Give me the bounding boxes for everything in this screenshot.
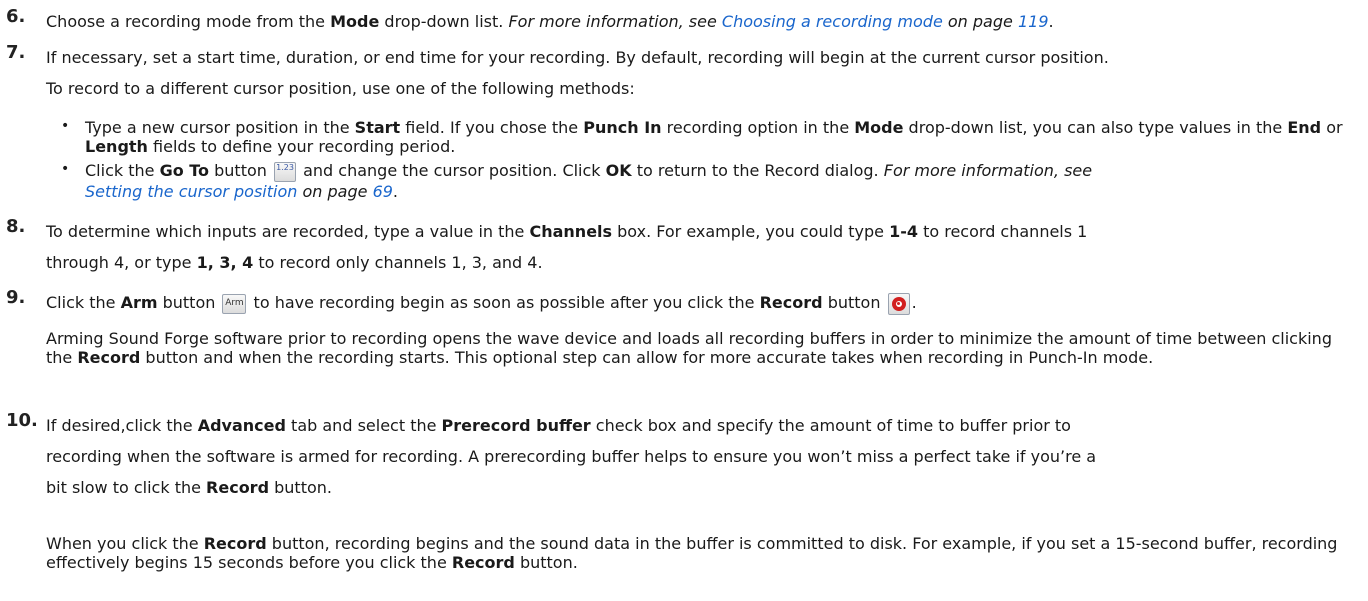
text: To record to a different cursor position…	[46, 79, 635, 98]
line: bit slow to click the Record button.	[46, 472, 1356, 503]
bullet-icon: •	[61, 118, 70, 134]
step-number: 8.	[6, 216, 26, 237]
text: button	[822, 293, 886, 312]
text: or	[1321, 118, 1343, 137]
bold-term: Length	[85, 137, 148, 156]
text: Type a new cursor position in the	[85, 118, 355, 137]
text: button.	[269, 478, 332, 497]
text: box. For example, you could type	[612, 222, 890, 241]
bold-term: Punch In	[583, 118, 662, 137]
line: through 4, or type 1, 3, 4 to record onl…	[46, 247, 1356, 278]
link-setting-cursor-position[interactable]: Setting the cursor position	[85, 182, 297, 201]
link-page-69[interactable]: 69	[373, 182, 393, 201]
text: Click the	[85, 161, 160, 180]
text: To determine which inputs are recorded, …	[46, 222, 530, 241]
bold-term: Channels	[529, 222, 613, 241]
step-text: Click the Arm button Arm to have recordi…	[46, 287, 1356, 318]
bold-term: 1, 3, 4	[196, 253, 254, 272]
bold-term: Go To	[159, 161, 210, 180]
go-to-icon: 1.23	[274, 161, 296, 182]
step-text: To determine which inputs are recorded, …	[46, 216, 1356, 278]
italic-text: on page	[942, 12, 1018, 31]
bullet-text: Click the Go To button 1.23 and change t…	[85, 161, 1351, 201]
text: If desired,click the	[46, 416, 198, 435]
bold-term: Arm	[120, 293, 158, 312]
step-text: If necessary, set a start time, duration…	[46, 42, 1356, 104]
step-9-note: Arming Sound Forge software prior to rec…	[46, 329, 1356, 367]
step-text: Choose a recording mode from the Mode dr…	[46, 6, 1356, 37]
text: .	[911, 293, 917, 312]
link-choosing-recording-mode[interactable]: Choosing a recording mode	[722, 12, 943, 31]
step-number: 9.	[6, 287, 26, 308]
text: fields to define your recording period.	[147, 137, 456, 156]
italic-text: For more information, see	[883, 161, 1093, 180]
italic-text: For more information, see	[508, 12, 722, 31]
link-page-119[interactable]: 119	[1018, 12, 1049, 31]
bold-term: Prerecord buffer	[441, 416, 591, 435]
bold-term: Record	[77, 348, 141, 367]
text: When you click the	[46, 534, 204, 553]
text: tab and select the	[285, 416, 442, 435]
step-10-note: When you click the Record button, record…	[46, 534, 1356, 572]
text: recording option in the	[661, 118, 855, 137]
italic-text: on page	[297, 181, 373, 201]
text: drop-down list.	[379, 12, 509, 31]
text: and change the cursor position. Click	[298, 161, 606, 180]
text: If necessary, set a start time, duration…	[46, 48, 1109, 67]
text: .	[1048, 12, 1054, 31]
bold-term: OK	[605, 161, 632, 180]
bold-term: Advanced	[197, 416, 286, 435]
step-number: 6.	[6, 6, 26, 27]
text: to record only channels 1, 3, and 4.	[253, 253, 543, 272]
bold-term: Start	[354, 118, 401, 137]
bold-term: 1-4	[889, 222, 918, 241]
text: button.	[514, 553, 578, 572]
line: If desired,click the Advanced tab and se…	[46, 410, 1356, 441]
text: through 4, or type	[46, 253, 197, 272]
text: drop-down list, you can also type values…	[903, 118, 1288, 137]
bold-term: Record	[206, 478, 270, 497]
bold-term: Mode	[330, 12, 380, 31]
step-text: If desired,click the Advanced tab and se…	[46, 410, 1356, 503]
text: Choose a recording mode from the	[46, 12, 331, 31]
bold-term: Record	[759, 293, 823, 312]
text: field. If you chose the	[400, 118, 584, 137]
bold-term: End	[1287, 118, 1322, 137]
bold-term: Mode	[854, 118, 904, 137]
text: .	[392, 181, 399, 201]
bold-term: Record	[451, 553, 515, 572]
text: to return to the Record dialog.	[631, 161, 884, 180]
bold-term: Record	[203, 534, 267, 553]
line: To determine which inputs are recorded, …	[46, 216, 1356, 247]
step-number: 10.	[6, 410, 38, 431]
text: to record channels 1	[918, 222, 1088, 241]
text: button	[157, 293, 221, 312]
step-number: 7.	[6, 42, 26, 63]
text: bit slow to click the	[46, 478, 207, 497]
text: Click the	[46, 293, 121, 312]
text: recording when the software is armed for…	[46, 447, 1097, 466]
text: check box and specify the amount of time…	[590, 416, 1071, 435]
text: button and when the recording starts. Th…	[140, 348, 1154, 367]
bullet-text: Type a new cursor position in the Start …	[85, 118, 1351, 156]
document-page: 6. Choose a recording mode from the Mode…	[0, 0, 1368, 601]
record-icon	[887, 292, 910, 315]
text: to have recording begin as soon as possi…	[248, 293, 760, 312]
arm-icon: Arm	[222, 293, 247, 314]
text: button	[209, 161, 272, 180]
bullet-icon: •	[61, 161, 70, 177]
